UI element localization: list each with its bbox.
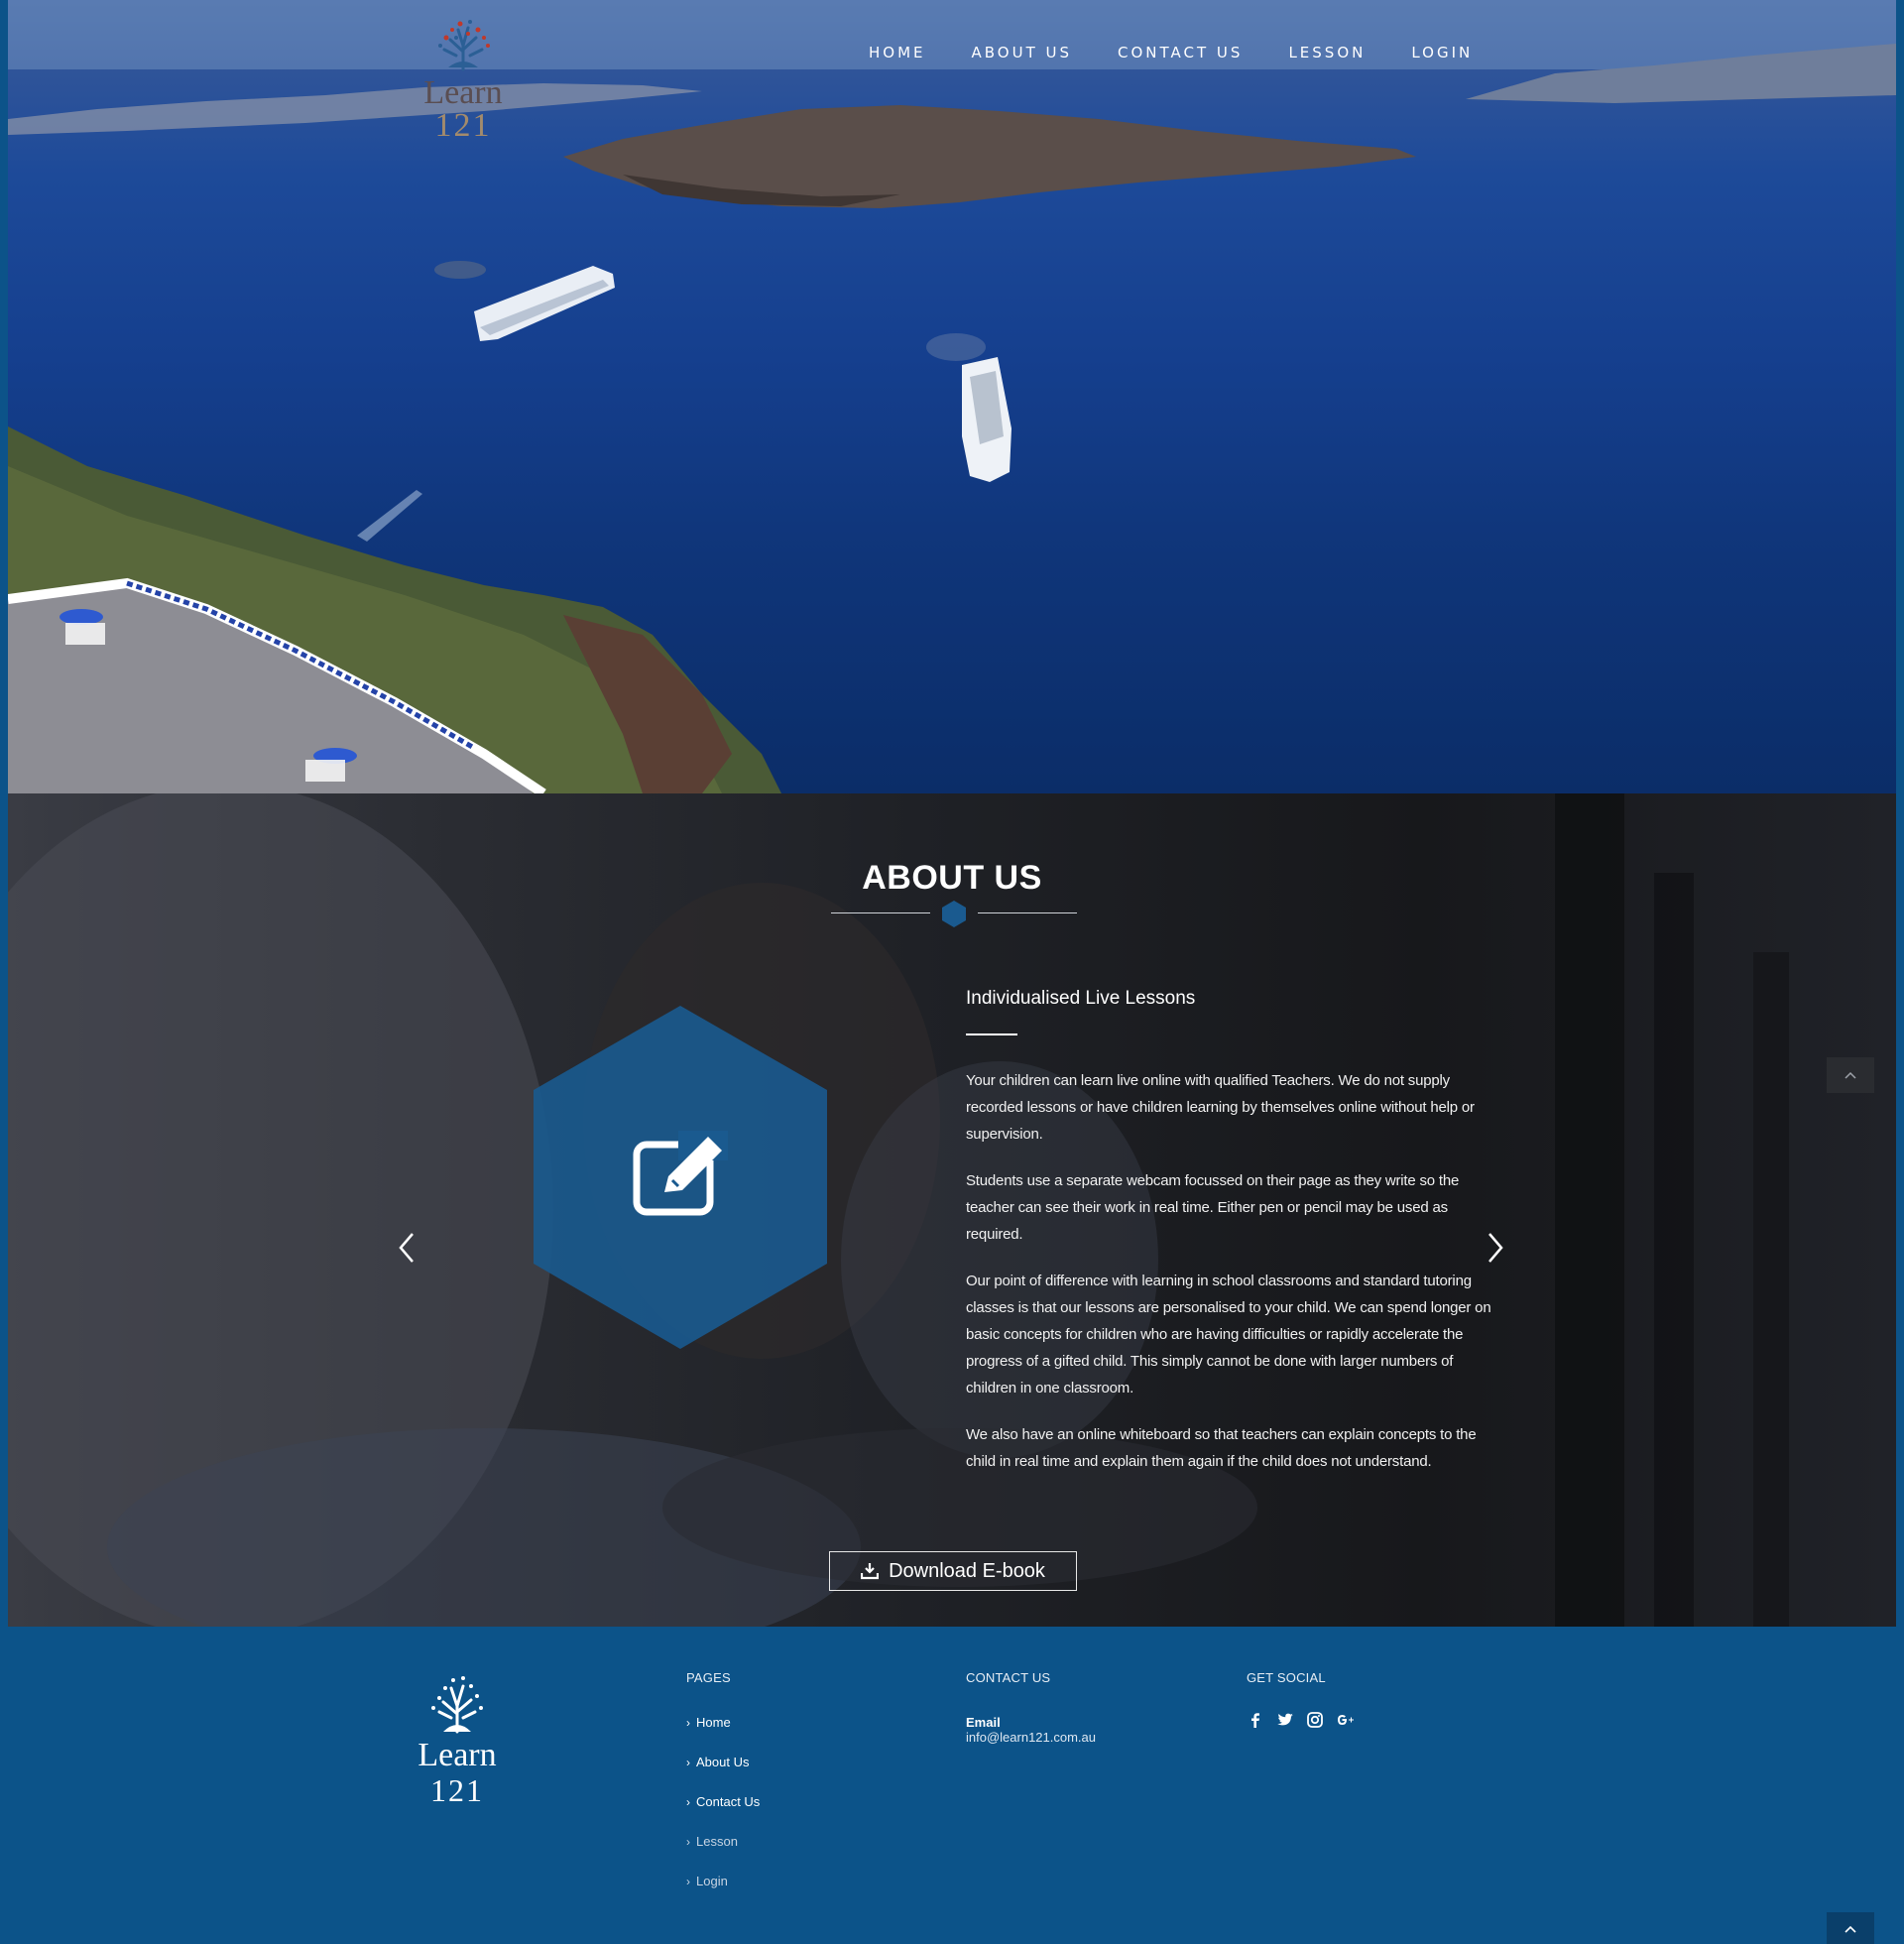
footer-link-label: About Us: [696, 1755, 750, 1769]
cruise-ship-2: [962, 357, 1012, 482]
nav-home[interactable]: HOME: [869, 44, 926, 61]
about-heading: Individualised Live Lessons: [966, 988, 1196, 1009]
chevron-up-icon: [1844, 1071, 1856, 1079]
footer-pages-heading: PAGES: [686, 1670, 731, 1685]
title-divider: [831, 899, 1077, 928]
download-icon: [861, 1563, 880, 1580]
heading-underline: [966, 1033, 1017, 1035]
email-label: Email: [966, 1715, 1001, 1730]
footer-link-lesson[interactable]: › Lesson: [686, 1834, 760, 1874]
side-scroll-up-button[interactable]: [1827, 1057, 1874, 1093]
footer-logo-number: 121: [430, 1772, 484, 1808]
chevron-right-icon: ›: [686, 1716, 690, 1730]
hexagon-divider-icon: [942, 901, 966, 927]
about-paragraph-2: Students use a separate webcam focussed …: [966, 1172, 1460, 1243]
footer-contact-heading: CONTACT US: [966, 1670, 1051, 1685]
download-ebook-button[interactable]: Download E-book: [829, 1551, 1077, 1591]
cruise-ship-1: [474, 266, 615, 341]
footer-link-label: Login: [696, 1874, 728, 1888]
logo-number: 121: [434, 107, 492, 144]
about-paragraph-1: Your children can learn live online with…: [966, 1072, 1475, 1143]
back-to-top-button[interactable]: [1827, 1912, 1874, 1944]
google-plus-icon[interactable]: [1336, 1711, 1354, 1729]
twitter-icon[interactable]: [1276, 1711, 1294, 1729]
hero-background-image: [8, 0, 1896, 793]
chevron-right-icon: ›: [686, 1795, 690, 1809]
footer-link-label: Home: [696, 1715, 731, 1730]
footer-link-contact-us[interactable]: › Contact Us: [686, 1794, 760, 1834]
footer-social-heading: GET SOCIAL: [1247, 1670, 1326, 1685]
nav-login[interactable]: LOGIN: [1411, 44, 1473, 61]
tree-logo-icon: [431, 1676, 483, 1734]
about-paragraph-3: Our point of difference with learning in…: [966, 1273, 1491, 1397]
download-ebook-label: Download E-book: [889, 1559, 1045, 1582]
logo-word: Learn: [423, 74, 503, 111]
footer-link-home[interactable]: › Home: [686, 1715, 760, 1755]
nav-contact-us[interactable]: CONTACT US: [1118, 44, 1243, 61]
instagram-icon[interactable]: [1306, 1711, 1324, 1729]
about-section: ABOUT US Individualised Live Lessons You…: [8, 793, 1896, 1627]
footer-logo-word: Learn: [417, 1737, 497, 1773]
site-logo[interactable]: Learn 121: [409, 12, 518, 144]
footer-link-login[interactable]: › Login: [686, 1874, 760, 1913]
footer-social: GET SOCIAL: [1247, 1670, 1354, 1729]
site-footer: Learn 121 PAGES › Home › About Us › Contact…: [0, 1627, 1904, 1944]
footer-contact: CONTACT US Email info@learn121.com.au: [966, 1670, 1096, 1745]
hero-banner: Learn 121 HOME ABOUT US CONTACT US LESSO…: [8, 0, 1896, 793]
tree-logo-icon: [438, 20, 490, 71]
chevron-up-icon: [1844, 1925, 1856, 1933]
chevron-right-icon: ›: [686, 1756, 690, 1769]
about-content: Individualised Live Lessons Your childre…: [966, 988, 1501, 1495]
nav-about-us[interactable]: ABOUT US: [972, 44, 1073, 61]
feature-hexagon: [534, 1006, 827, 1349]
about-title: ABOUT US: [862, 859, 1042, 897]
footer-pages: PAGES › Home › About Us › Contact Us › Lesso…: [686, 1670, 760, 1913]
chevron-right-icon: ›: [686, 1875, 690, 1888]
footer-logo[interactable]: Learn 121: [405, 1670, 510, 1808]
footer-link-label: Lesson: [696, 1834, 738, 1849]
main-navigation: HOME ABOUT US CONTACT US LESSON LOGIN: [869, 44, 1473, 61]
email-link[interactable]: info@learn121.com.au: [966, 1730, 1096, 1745]
nav-lesson[interactable]: LESSON: [1288, 44, 1366, 61]
footer-link-about-us[interactable]: › About Us: [686, 1755, 760, 1794]
facebook-icon[interactable]: [1247, 1711, 1264, 1729]
chevron-right-icon: ›: [686, 1835, 690, 1849]
carousel-prev-arrow-icon[interactable]: [397, 1230, 416, 1266]
footer-link-label: Contact Us: [696, 1794, 761, 1809]
about-paragraph-4: We also have an online whiteboard so tha…: [966, 1426, 1477, 1470]
